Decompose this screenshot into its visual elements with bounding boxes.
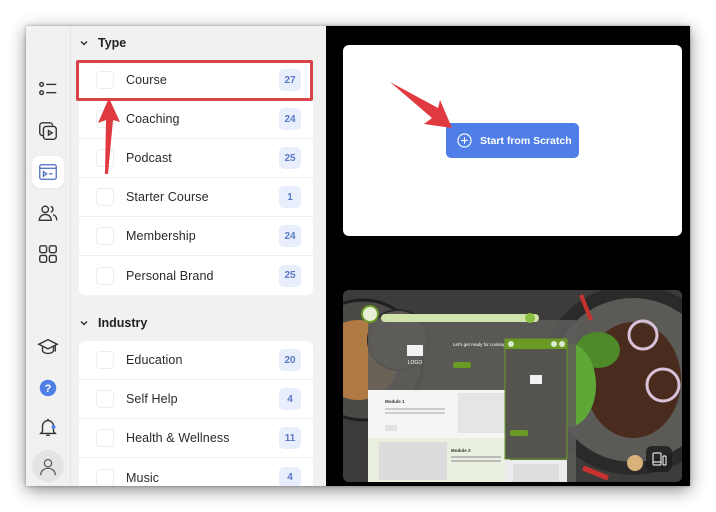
graduation-cap-icon (37, 338, 59, 355)
filter-label: Personal Brand (126, 268, 214, 283)
template-module-1-text: Module 1 (385, 399, 405, 404)
chevron-down-icon (80, 40, 88, 46)
filter-label: Health & Wellness (126, 431, 230, 445)
video-library-icon (39, 122, 57, 140)
checkbox[interactable] (96, 188, 114, 206)
rail-item-help[interactable]: ? (32, 372, 64, 404)
rail-item-users[interactable] (32, 197, 64, 229)
start-from-scratch-label: Start from Scratch (480, 134, 572, 147)
type-section-toggle[interactable]: Type (71, 32, 126, 54)
chevron-down-icon (80, 320, 88, 326)
app-window: ? Type Course 27 Coaching 24 Podcast 25 Sta… (26, 26, 690, 486)
industry-section-title: Industry (98, 316, 148, 330)
count-badge: 24 (279, 108, 301, 130)
template-module-2-text: Module 2 (451, 448, 471, 453)
rail-item-profile[interactable] (32, 450, 64, 482)
count-badge: 27 (279, 69, 301, 91)
filter-label: Podcast (126, 151, 172, 165)
svg-text:?: ? (45, 383, 52, 395)
checkbox[interactable] (96, 149, 114, 167)
filter-label: Self Help (126, 392, 178, 406)
industry-filter-list: Education 20 Self Help 4 Health & Wellness… (79, 341, 313, 486)
filter-row-membership[interactable]: Membership 24 (79, 217, 313, 256)
count-badge: 25 (279, 264, 301, 287)
type-filter-list: Course 27 Coaching 24 Podcast 25 Starter Co… (79, 61, 313, 295)
rail-item-media[interactable] (32, 115, 64, 147)
filter-row-music[interactable]: Music 4 (79, 458, 313, 486)
bell-icon (39, 418, 57, 436)
main-area: Start from Scratch LOGO Let's get ready … (326, 26, 690, 486)
list-icon (39, 81, 57, 96)
checkbox[interactable] (96, 227, 114, 245)
filter-row-education[interactable]: Education 20 (79, 341, 313, 380)
count-badge: 4 (279, 388, 301, 410)
filter-row-self-help[interactable]: Self Help 4 (79, 380, 313, 419)
filter-label: Membership (126, 229, 196, 243)
checkbox[interactable] (96, 266, 114, 285)
count-badge: 1 (279, 186, 301, 208)
help-icon: ? (39, 379, 57, 397)
industry-section-toggle[interactable]: Industry (71, 312, 147, 334)
checkbox[interactable] (96, 71, 114, 89)
template-card[interactable]: LOGO Let's get ready for cooking Module … (343, 290, 682, 482)
count-badge: 25 (279, 147, 301, 169)
devices-icon (652, 452, 667, 466)
rail-item-learn[interactable] (32, 331, 64, 363)
start-from-scratch-button[interactable]: Start from Scratch (446, 123, 579, 158)
checkbox[interactable] (96, 351, 114, 369)
count-badge: 20 (279, 349, 301, 371)
filter-label: Education (126, 353, 183, 367)
filter-row-course[interactable]: Course 27 (79, 61, 313, 100)
rail-item-list[interactable] (32, 73, 64, 105)
filter-row-starter-course[interactable]: Starter Course 1 (79, 178, 313, 217)
rail-item-apps[interactable] (32, 238, 64, 270)
filter-label: Coaching (126, 112, 180, 126)
checkbox[interactable] (96, 110, 114, 128)
filter-row-health-wellness[interactable]: Health & Wellness 11 (79, 419, 313, 458)
avatar-icon (40, 458, 56, 476)
checkbox[interactable] (96, 390, 114, 408)
users-icon (38, 205, 58, 222)
rail-item-templates[interactable] (32, 156, 64, 188)
type-section-title: Type (98, 36, 127, 50)
checkbox[interactable] (96, 468, 114, 486)
start-from-scratch-card[interactable]: Start from Scratch (343, 45, 682, 236)
icon-rail: ? (26, 26, 71, 486)
filter-label: Starter Course (126, 190, 209, 204)
templates-icon (39, 163, 57, 181)
apps-grid-icon (39, 245, 57, 263)
filter-label: Music (126, 470, 160, 485)
template-hero-text: Let's get ready for cooking (453, 342, 506, 347)
device-preview-button[interactable] (646, 446, 672, 472)
filter-row-podcast[interactable]: Podcast 25 (79, 139, 313, 178)
template-logo-text: LOGO (408, 360, 423, 366)
filter-row-coaching[interactable]: Coaching 24 (79, 100, 313, 139)
filter-row-personal-brand[interactable]: Personal Brand 25 (79, 256, 313, 295)
plus-circle-icon (457, 133, 472, 148)
count-badge: 4 (279, 466, 301, 486)
filters-panel: Type Course 27 Coaching 24 Podcast 25 Start… (71, 26, 326, 486)
filter-label: Course (126, 73, 167, 87)
checkbox[interactable] (96, 429, 114, 447)
rail-item-notifications[interactable] (32, 411, 64, 443)
count-badge: 11 (279, 427, 301, 449)
count-badge: 24 (279, 225, 301, 247)
template-preview-image: LOGO Let's get ready for cooking Module … (343, 290, 682, 482)
